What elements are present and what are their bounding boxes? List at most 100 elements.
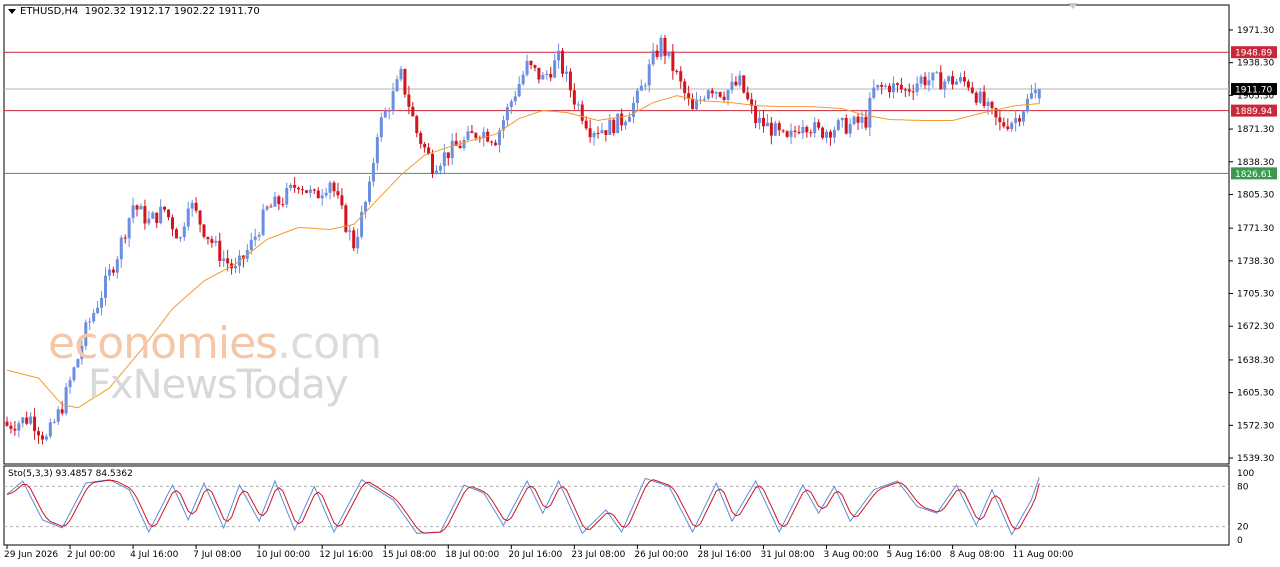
candle-bull [758,117,762,124]
candle-bull [29,416,33,424]
x-tick-label: 3 Aug 00:00 [824,550,879,560]
candle-bear [1002,122,1006,127]
candle-bear [123,237,127,239]
x-tick-label: 15 Jul 08:00 [382,550,436,560]
y-tick-label: 1838.30 [1237,158,1274,168]
x-tick-label: 31 Jul 08:00 [760,550,814,560]
dropdown-triangle-icon[interactable] [8,8,16,14]
candle-bull [927,80,931,86]
y-tick-label: 1738.30 [1237,257,1274,267]
candle-bull [631,102,635,117]
candle-bull [115,259,119,273]
scroll-marker-icon[interactable] [1068,3,1078,9]
level-price-label: 1948.89 [1235,49,1272,59]
stochastic-y-label: 0 [1237,536,1243,546]
candle-bull [825,131,829,138]
candle-bull [249,239,253,251]
candle-bear [734,81,738,86]
candle-bear [9,425,13,429]
level-price-label: 1889.94 [1235,107,1272,117]
candle-bear [411,106,415,117]
candle-bull [371,163,375,182]
candle-bull [1033,90,1037,94]
candle-bull [265,206,269,210]
candle-bear [490,141,494,143]
candle-bear [604,130,608,135]
candle-bear [537,67,541,80]
candle-bull [876,84,880,88]
watermark-fxnewstoday: FxNewsToday [88,362,348,408]
y-tick-label: 1805.30 [1237,190,1274,200]
candle-bull [151,212,155,219]
candle-bear [899,84,903,90]
x-tick-label: 20 Jul 16:00 [508,550,562,560]
candle-bull [328,182,332,193]
candle-bear [423,143,427,148]
candle-bull [1037,89,1041,99]
y-tick-label: 1705.30 [1237,290,1274,300]
candle-bull [285,187,289,205]
candle-bull [525,60,529,75]
candle-bull [131,205,135,219]
candle-bull [383,111,387,118]
candle-bull [96,307,100,314]
candle-bull [801,126,805,134]
chart-canvas[interactable]: 1971.301938.301905.301871.301838.301805.… [0,0,1280,567]
candle-bear [431,153,435,174]
candle-bear [344,205,348,232]
stochastic-y-label: 80 [1237,482,1249,492]
candle-bear [446,152,450,159]
y-tick-label: 1971.30 [1237,26,1274,36]
candle-bull [935,72,939,74]
candle-bear [809,132,813,134]
candle-bull [667,51,671,56]
candle-bull [730,81,734,91]
candle-bear [907,89,911,92]
candle-bear [316,190,320,199]
candle-bull [836,120,840,130]
candle-bull [647,64,651,86]
candle-bear [572,90,576,105]
candle-bear [588,128,592,138]
candle-bear [60,409,64,414]
candle-bear [998,117,1002,123]
candle-bull [186,208,190,227]
candle-bear [793,130,797,132]
candle-bear [269,206,273,208]
candle-bull [159,206,163,224]
symbol-header: ETHUSD,H4 1902.32 1912.17 1902.22 1911.7… [8,6,260,17]
candle-bull [324,192,328,196]
y-tick-label: 1672.30 [1237,322,1274,332]
candle-bull [509,101,513,107]
candle-bear [13,428,17,431]
candle-bull [190,202,194,209]
candle-bear [785,131,789,137]
stochastic-label: Sto(5,3,3) 93.4857 84.5362 [8,469,133,479]
candle-bull [466,131,470,140]
candle-bull [253,236,257,240]
candle-bull [635,90,639,103]
candle-bull [860,116,864,123]
x-tick-label: 23 Jul 08:00 [571,550,625,560]
candle-bear [742,75,746,93]
x-tick-label: 18 Jul 00:00 [445,550,499,560]
candle-bull [639,85,643,91]
y-tick-label: 1771.30 [1237,224,1274,234]
candle-bear [797,131,801,134]
candle-bull [387,110,391,112]
candle-bear [1006,126,1010,130]
candle-bull [872,87,876,98]
candle-bull [884,85,888,87]
candle-bear [722,96,726,100]
x-tick-label: 12 Jul 16:00 [319,550,373,560]
candle-bear [470,131,474,134]
x-tick-label: 2 Jul 00:00 [67,550,116,560]
candle-bull [616,113,620,134]
candle-bear [923,76,927,86]
candle-bear [301,189,304,191]
y-tick-label: 1638.30 [1237,356,1274,366]
candle-bull [395,79,399,92]
candle-bear [37,431,41,436]
candle-bull [462,139,466,149]
candle-bull [943,81,947,90]
